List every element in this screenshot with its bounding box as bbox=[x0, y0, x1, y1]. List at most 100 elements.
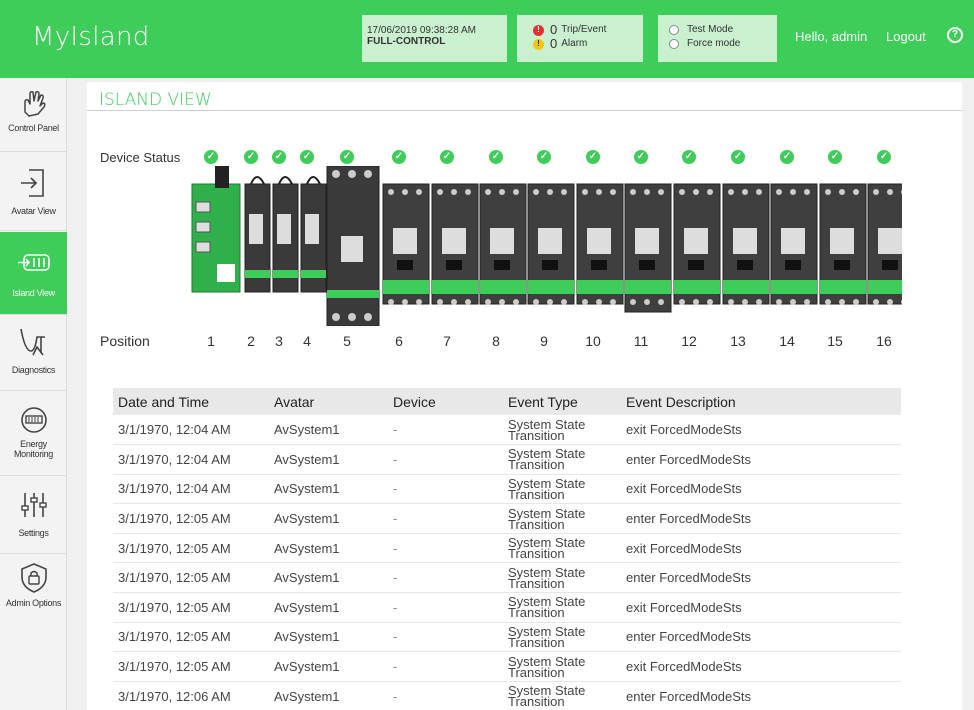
table-row[interactable]: 3/1/1970, 12:04 AM AvSystem1- System State… bbox=[113, 474, 901, 505]
device-status-ok-icon: ✓ bbox=[634, 150, 648, 164]
cell-device: - bbox=[388, 444, 503, 475]
cell-event-type: System State Transition bbox=[503, 651, 621, 682]
sidebar-item-label: Island View bbox=[12, 288, 55, 298]
island-icon bbox=[17, 254, 50, 271]
table-row[interactable]: 3/1/1970, 12:05 AM AvSystem1- System State… bbox=[113, 622, 901, 653]
position-number: 14 bbox=[779, 333, 795, 349]
sidebar-item-label: Settings bbox=[18, 528, 49, 538]
cell-avatar: AvSystem1 bbox=[269, 622, 388, 653]
cell-date: 3/1/1970, 12:05 AM bbox=[113, 592, 269, 623]
position-number: 2 bbox=[247, 333, 255, 349]
table-row[interactable]: 3/1/1970, 12:05 AM AvSystem1- System State… bbox=[113, 562, 901, 594]
title-divider bbox=[87, 110, 962, 111]
cell-event-description: exit ForcedModeSts bbox=[621, 415, 901, 446]
cell-avatar: AvSystem1 bbox=[269, 415, 388, 446]
sidebar-item-label: Energy Monitoring bbox=[13, 439, 54, 459]
island-modules[interactable] bbox=[187, 166, 902, 326]
device-status-ok-icon: ✓ bbox=[272, 150, 286, 164]
position-number: 12 bbox=[681, 333, 697, 349]
cell-event-description: enter ForcedModeSts bbox=[621, 503, 901, 534]
cell-device: - bbox=[388, 592, 503, 623]
cell-date: 3/1/1970, 12:05 AM bbox=[113, 503, 269, 534]
cell-device: - bbox=[388, 474, 503, 505]
sidebar-item-label: Avatar View bbox=[11, 206, 56, 216]
column-header-avatar[interactable]: Avatar bbox=[269, 388, 388, 415]
column-header-device[interactable]: Device bbox=[388, 388, 503, 415]
sidebar-item-control-panel[interactable]: Control Panel bbox=[0, 78, 67, 152]
table-row[interactable]: 3/1/1970, 12:05 AM AvSystem1- System State… bbox=[113, 533, 901, 564]
enter-icon bbox=[20, 169, 44, 197]
cell-event-description: exit ForcedModeSts bbox=[621, 474, 901, 505]
trip-icon: ! bbox=[533, 24, 544, 36]
cell-event-type: System State Transition bbox=[503, 415, 621, 446]
sidebar-item-settings[interactable]: Settings bbox=[0, 476, 67, 554]
sidebar: Control Panel Avatar View Island View Di… bbox=[0, 78, 67, 710]
test-mode-option[interactable]: Test Mode bbox=[669, 23, 777, 37]
cell-avatar: AvSystem1 bbox=[269, 444, 388, 475]
event-log-table: Date and Time Avatar Device Event Type E… bbox=[113, 388, 901, 710]
sidebar-item-label: Diagnostics bbox=[11, 365, 56, 375]
table-row[interactable]: 3/1/1970, 12:04 AM AvSystem1- System State… bbox=[113, 444, 901, 475]
sidebar-item-island-view[interactable]: Island View bbox=[0, 232, 67, 315]
position-number: 6 bbox=[395, 333, 403, 349]
cell-event-type: System State Transition bbox=[503, 533, 621, 564]
position-number: 7 bbox=[443, 333, 451, 349]
device-status-ok-icon: ✓ bbox=[537, 150, 551, 164]
user-greeting: Hello, admin bbox=[795, 29, 868, 44]
control-mode-text: FULL-CONTROL bbox=[367, 36, 446, 47]
island-modules-graphic bbox=[191, 166, 902, 326]
position-number: 5 bbox=[343, 333, 351, 349]
cell-date: 3/1/1970, 12:04 AM bbox=[113, 415, 269, 446]
table-row[interactable]: 3/1/1970, 12:04 AM AvSystem1- System State… bbox=[113, 415, 901, 446]
sidebar-item-admin-options[interactable]: Admin Options bbox=[0, 554, 67, 642]
table-row[interactable]: 3/1/1970, 12:05 AM AvSystem1- System State… bbox=[113, 503, 901, 534]
sidebar-item-avatar-view[interactable]: Avatar View bbox=[0, 152, 67, 231]
sliders-icon bbox=[20, 493, 47, 517]
help-icon[interactable]: ? bbox=[947, 27, 963, 43]
column-header-event-description[interactable]: Event Description bbox=[621, 388, 901, 415]
position-number: 16 bbox=[876, 333, 892, 349]
table-row[interactable]: 3/1/1970, 12:05 AM AvSystem1- System State… bbox=[113, 592, 901, 623]
table-row[interactable]: 3/1/1970, 12:05 AM AvSystem1- System State… bbox=[113, 651, 901, 682]
force-mode-option[interactable]: Force mode bbox=[669, 37, 777, 51]
cell-event-type: System State Transition bbox=[503, 444, 621, 475]
force-mode-radio[interactable] bbox=[669, 39, 679, 49]
cell-event-type: System State Transition bbox=[503, 503, 621, 534]
app-logo: MyIsland bbox=[32, 22, 150, 52]
device-status-label: Device Status bbox=[100, 150, 181, 165]
device-status-ok-icon: ✓ bbox=[244, 150, 258, 164]
device-status-ok-icon: ✓ bbox=[392, 150, 406, 164]
stethoscope-icon bbox=[19, 328, 45, 356]
device-status-ok-icon: ✓ bbox=[300, 150, 314, 164]
position-number: 15 bbox=[827, 333, 843, 349]
column-header-event-type[interactable]: Event Type bbox=[503, 388, 621, 415]
cell-date: 3/1/1970, 12:05 AM bbox=[113, 533, 269, 564]
island-view-panel: ISLAND VIEW Device Status ✓ ✓ ✓ ✓ ✓ ✓ ✓ ✓ ✓ ✓ ✓ ✓ ✓ ✓… bbox=[87, 82, 962, 710]
logout-link[interactable]: Logout bbox=[886, 29, 926, 44]
device-status-ok-icon: ✓ bbox=[682, 150, 696, 164]
trip-row: ! 0 Trip/Event bbox=[533, 23, 643, 37]
cell-device: - bbox=[388, 415, 503, 446]
trip-count: 0 bbox=[550, 22, 558, 37]
cell-avatar: AvSystem1 bbox=[269, 562, 388, 594]
sidebar-item-energy-monitoring[interactable]: Energy Monitoring bbox=[0, 391, 67, 476]
datetime-panel: 17/06/2019 09:38:28 AM FULL-CONTROL bbox=[362, 15, 507, 62]
cell-date: 3/1/1970, 12:05 AM bbox=[113, 651, 269, 682]
sidebar-item-label: Admin Options bbox=[5, 598, 62, 608]
page-title: ISLAND VIEW bbox=[99, 90, 212, 110]
test-mode-radio[interactable] bbox=[669, 25, 679, 35]
device-status-ok-icon: ✓ bbox=[586, 150, 600, 164]
cell-event-description: exit ForcedModeSts bbox=[621, 533, 901, 564]
table-row[interactable]: 3/1/1970, 12:06 AM AvSystem1- System State… bbox=[113, 681, 901, 710]
cell-device: - bbox=[388, 622, 503, 653]
column-header-date[interactable]: Date and Time bbox=[113, 388, 269, 415]
cell-event-type: System State Transition bbox=[503, 592, 621, 623]
alarm-panel[interactable]: ! 0 Trip/Event ! 0 Alarm bbox=[517, 15, 643, 62]
position-number: 9 bbox=[540, 333, 548, 349]
alarm-row: ! 0 Alarm bbox=[533, 37, 643, 51]
trip-label: Trip/Event bbox=[561, 24, 607, 35]
sidebar-item-diagnostics[interactable]: Diagnostics bbox=[0, 315, 67, 391]
cell-avatar: AvSystem1 bbox=[269, 651, 388, 682]
sidebar-item-label: Control Panel bbox=[8, 123, 59, 133]
alarm-icon: ! bbox=[533, 38, 544, 50]
